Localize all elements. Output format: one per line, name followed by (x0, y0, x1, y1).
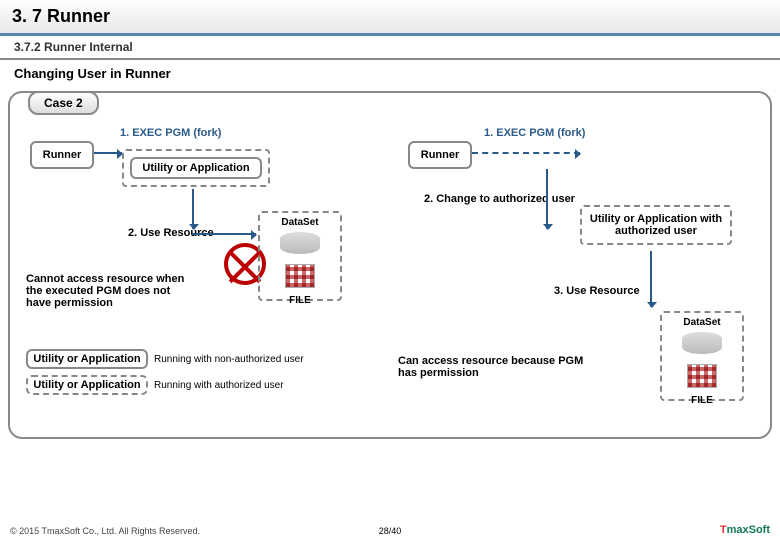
legend-util-solid: Utility or Application (26, 349, 148, 369)
logo-t: T (720, 524, 727, 536)
arrow-fork-left (94, 152, 122, 154)
arrow-to-dataset-left (192, 233, 256, 235)
legend-nonauth: Running with non-authorized user (154, 354, 304, 365)
page-title: 3. 7 Runner (0, 0, 780, 36)
file-label: FILE (666, 395, 738, 406)
arrow-use-resource (192, 189, 194, 229)
dataset-left: DataSet FILE (258, 211, 342, 301)
page-number: 28/40 (379, 526, 402, 536)
cylinder-icon (280, 232, 320, 254)
dataset-label: DataSet (281, 217, 318, 228)
dataset-label: DataSet (683, 317, 720, 328)
runner-box-right: Runner (408, 141, 472, 169)
use-resource3-label: 3. Use Resource (554, 285, 640, 297)
arrow-fork-right (472, 152, 580, 154)
logo-max: maxSoft (727, 524, 770, 536)
legend-auth: Running with authorized user (154, 380, 284, 391)
section-heading: Changing User in Runner (0, 60, 780, 87)
fork-label-left: 1. EXEC PGM (fork) (120, 127, 221, 139)
grid-icon (687, 364, 717, 388)
change-auth-label: 2. Change to authorized user (424, 193, 575, 205)
case-tab: Case 2 (28, 91, 99, 115)
arrow-use-resource3 (650, 251, 652, 307)
cylinder-icon (682, 332, 722, 354)
dataset-right: DataSet FILE (660, 311, 744, 401)
page-subtitle: 3.7.2 Runner Internal (0, 36, 780, 60)
copyright: © 2015 TmaxSoft Co., Ltd. All Rights Res… (10, 526, 200, 536)
legend-util-dashed: Utility or Application (26, 375, 148, 395)
case-frame: Case 2 Runner 1. EXEC PGM (fork) Utility… (8, 91, 772, 439)
utility-box-left: Utility or Application (130, 157, 262, 179)
grid-icon (285, 264, 315, 288)
auth-util-box: Utility or Application with authorized u… (580, 205, 732, 245)
arrow-change-auth (546, 169, 548, 229)
utility-wrap-left: Utility or Application (122, 149, 270, 187)
logo: TmaxSoft (720, 524, 770, 536)
can-access-note: Can access resource because PGM has perm… (398, 355, 588, 379)
runner-box-left: Runner (30, 141, 94, 169)
file-label: FILE (264, 295, 336, 306)
cannot-access-note: Cannot access resource when the executed… (26, 273, 186, 309)
legend: Utility or Application Running with non-… (26, 349, 304, 401)
fork-label-right: 1. EXEC PGM (fork) (484, 127, 585, 139)
